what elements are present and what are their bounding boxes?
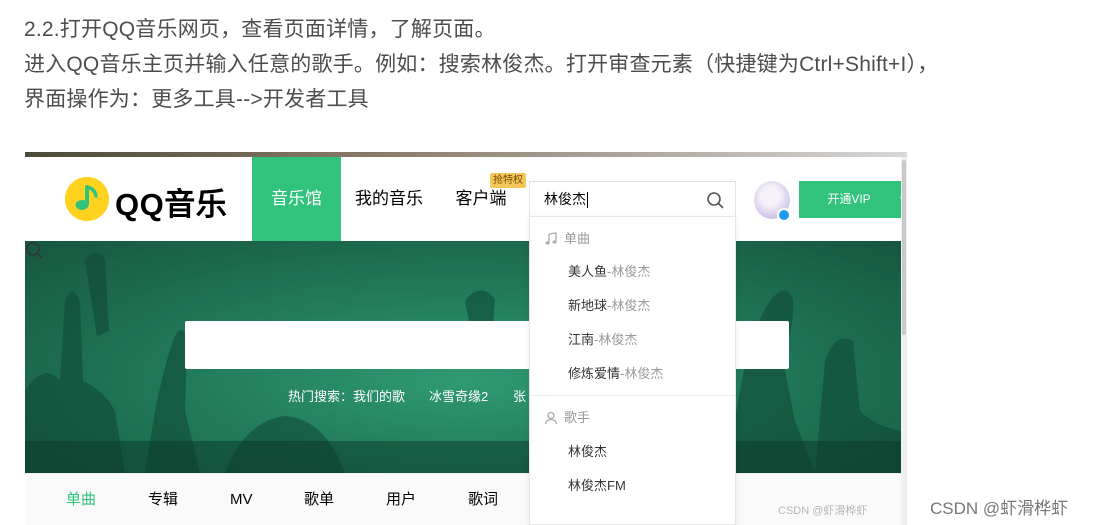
search-icon[interactable]	[706, 191, 724, 209]
tab-users[interactable]: 用户	[386, 474, 416, 525]
song-title: 修炼爱情	[568, 366, 621, 381]
user-icon	[544, 411, 558, 425]
suggest-song-item[interactable]: 修炼爱情-林俊杰	[568, 364, 663, 384]
article-text: 2.2.打开QQ音乐网页，查看页面详情，了解页面。 进入QQ音乐主页并输入任意的…	[24, 12, 1084, 117]
header-search-input[interactable]: 林俊杰	[529, 181, 736, 218]
song-title: 美人鱼	[568, 264, 608, 279]
tab-playlists[interactable]: 歌单	[304, 474, 334, 525]
site-header: QQ音乐 音乐馆 我的音乐 客户端 抢特权 林俊杰 开通VIP ▾	[25, 157, 907, 241]
nav-client[interactable]: 客户端	[445, 157, 517, 241]
suggest-songs-title: 单曲	[564, 231, 591, 246]
tab-lyrics[interactable]: 歌词	[468, 474, 498, 525]
hot-search-label: 热门搜索：	[288, 389, 354, 404]
suggest-singers-title: 歌手	[564, 410, 591, 425]
tab-albums[interactable]: 专辑	[148, 474, 178, 525]
hot-search-item[interactable]: 冰雪奇缘2	[429, 386, 488, 405]
suggest-songs-header: 单曲	[544, 229, 590, 249]
song-title: 新地球	[568, 298, 608, 313]
qq-music-screenshot: QQ音乐 音乐馆 我的音乐 客户端 抢特权 林俊杰 开通VIP ▾	[25, 152, 907, 525]
search-suggestion-dropdown: 单曲 美人鱼-林俊杰 新地球-林俊杰 江南-林俊杰 修炼爱情-林俊杰 歌手 林俊…	[529, 216, 736, 525]
hero-banner: 热门搜索： 我们的歌 冰雪奇缘2 张	[25, 241, 901, 473]
song-artist: -林俊杰	[620, 366, 664, 381]
vip-button-label: 开通VIP	[827, 192, 871, 206]
page-scrollbar-thumb[interactable]	[902, 160, 906, 335]
suggest-song-item[interactable]: 新地球-林俊杰	[568, 296, 650, 316]
suggest-singer-item[interactable]: 林俊杰FM	[568, 476, 626, 496]
open-vip-button[interactable]: 开通VIP ▾	[799, 181, 907, 218]
article-line-3: 界面操作为：更多工具-->开发者工具	[24, 88, 369, 111]
suggest-singers-header: 歌手	[544, 408, 590, 428]
article-line-1: 2.2.打开QQ音乐网页，查看页面详情，了解页面。	[24, 18, 496, 41]
suggest-singer-item[interactable]: 林俊杰	[568, 442, 607, 462]
main-search-icon[interactable]	[25, 241, 43, 259]
hot-search-item[interactable]: 张	[513, 386, 526, 405]
outer-watermark: CSDN @虾滑桦虾	[930, 499, 1069, 518]
search-result-tabs: 单曲 专辑 MV 歌单 用户 歌词	[25, 473, 901, 525]
suggest-song-item[interactable]: 江南-林俊杰	[568, 330, 637, 350]
hot-search-item[interactable]: 我们的歌	[353, 386, 405, 405]
search-input-value: 林俊杰	[544, 191, 586, 207]
song-artist: -林俊杰	[594, 332, 638, 347]
inner-watermark: CSDN @虾滑桦虾	[778, 505, 868, 517]
client-privilege-badge: 抢特权	[490, 173, 526, 188]
tab-mv[interactable]: MV	[230, 474, 253, 525]
nav-music-hall[interactable]: 音乐馆	[252, 157, 341, 241]
nav-my-music[interactable]: 我的音乐	[347, 157, 431, 241]
text-caret	[587, 192, 588, 209]
tab-songs[interactable]: 单曲	[66, 474, 96, 525]
dropdown-divider	[530, 395, 735, 396]
logo-text[interactable]: QQ音乐	[115, 179, 227, 224]
article-line-2: 进入QQ音乐主页并输入任意的歌手。例如：搜索林俊杰。打开审查元素（快捷键为Ctr…	[24, 53, 939, 76]
song-artist: -林俊杰	[607, 264, 651, 279]
music-note-icon	[545, 232, 557, 245]
song-title: 江南	[568, 332, 595, 347]
suggest-song-item[interactable]: 美人鱼-林俊杰	[568, 262, 650, 282]
qq-music-logo-icon[interactable]	[65, 177, 109, 221]
avatar-status-badge	[777, 208, 791, 222]
song-artist: -林俊杰	[607, 298, 651, 313]
